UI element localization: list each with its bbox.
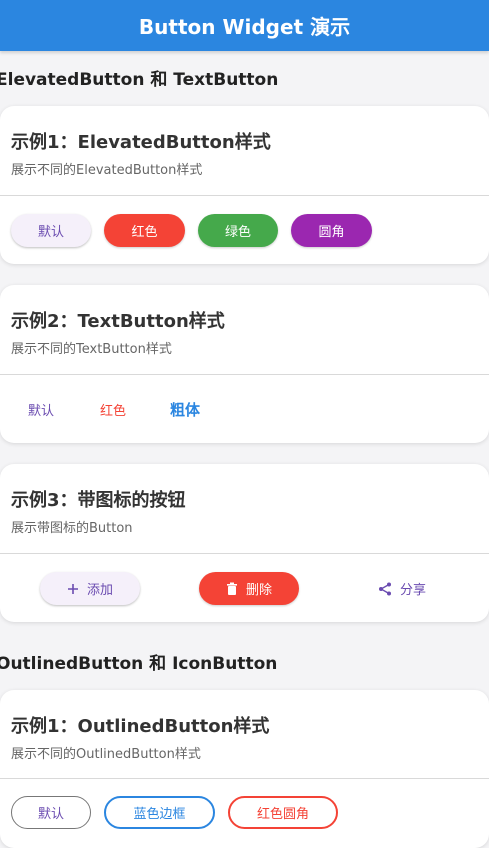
share-icon: [378, 582, 392, 596]
share-button-label: 分享: [399, 583, 426, 598]
card-title: 示例1：OutlinedButton样式: [11, 716, 270, 737]
text-default-button[interactable]: 默认: [11, 393, 71, 426]
elevated-default-button[interactable]: 默认: [11, 214, 91, 247]
elevated-rounded-button[interactable]: 圆角: [291, 214, 372, 247]
trash-icon: [226, 582, 238, 596]
card-title: 示例2：TextButton样式: [11, 311, 225, 332]
card-outlined-button: 示例1：OutlinedButton样式 展示不同的OutlinedButton…: [0, 690, 489, 848]
add-button[interactable]: 添加: [40, 572, 140, 605]
divider: [0, 374, 489, 375]
app-bar-title: Button Widget 演示: [138, 15, 351, 39]
text-red-button[interactable]: 红色: [83, 393, 143, 426]
share-button[interactable]: 分享: [357, 572, 447, 605]
section-title-outlined-icon: OutlinedButton 和 IconButton: [0, 654, 278, 674]
card-subtitle: 展示不同的ElevatedButton样式: [11, 163, 203, 178]
card-title: 示例1：ElevatedButton样式: [11, 132, 271, 153]
delete-button-label: 删除: [245, 583, 272, 598]
card-subtitle: 展示带图标的Button: [11, 521, 133, 536]
elevated-green-button[interactable]: 绿色: [198, 214, 278, 247]
text-bold-button[interactable]: 粗体: [155, 393, 215, 426]
divider: [0, 195, 489, 196]
elevated-red-button[interactable]: 红色: [104, 214, 185, 247]
add-button-label: 添加: [86, 583, 113, 598]
card-text-button: 示例2：TextButton样式 展示不同的TextButton样式 默认 红色…: [0, 285, 489, 443]
card-elevated-button: 示例1：ElevatedButton样式 展示不同的ElevatedButton…: [0, 106, 489, 264]
card-title: 示例3：带图标的按钮: [11, 490, 186, 511]
divider: [0, 778, 489, 779]
divider: [0, 553, 489, 554]
section-title-elevated-text: ElevatedButton 和 TextButton: [0, 70, 279, 90]
card-subtitle: 展示不同的TextButton样式: [11, 342, 172, 357]
delete-button[interactable]: 删除: [199, 572, 299, 605]
outlined-blue-button[interactable]: 蓝色边框: [104, 796, 215, 829]
app-bar: Button Widget 演示: [0, 0, 489, 51]
card-subtitle: 展示不同的OutlinedButton样式: [11, 747, 201, 762]
outlined-default-button[interactable]: 默认: [11, 796, 91, 829]
outlined-red-button[interactable]: 红色圆角: [228, 796, 338, 829]
card-icon-button: 示例3：带图标的按钮 展示带图标的Button 添加 删除 分享: [0, 464, 489, 622]
plus-icon: [67, 583, 79, 595]
